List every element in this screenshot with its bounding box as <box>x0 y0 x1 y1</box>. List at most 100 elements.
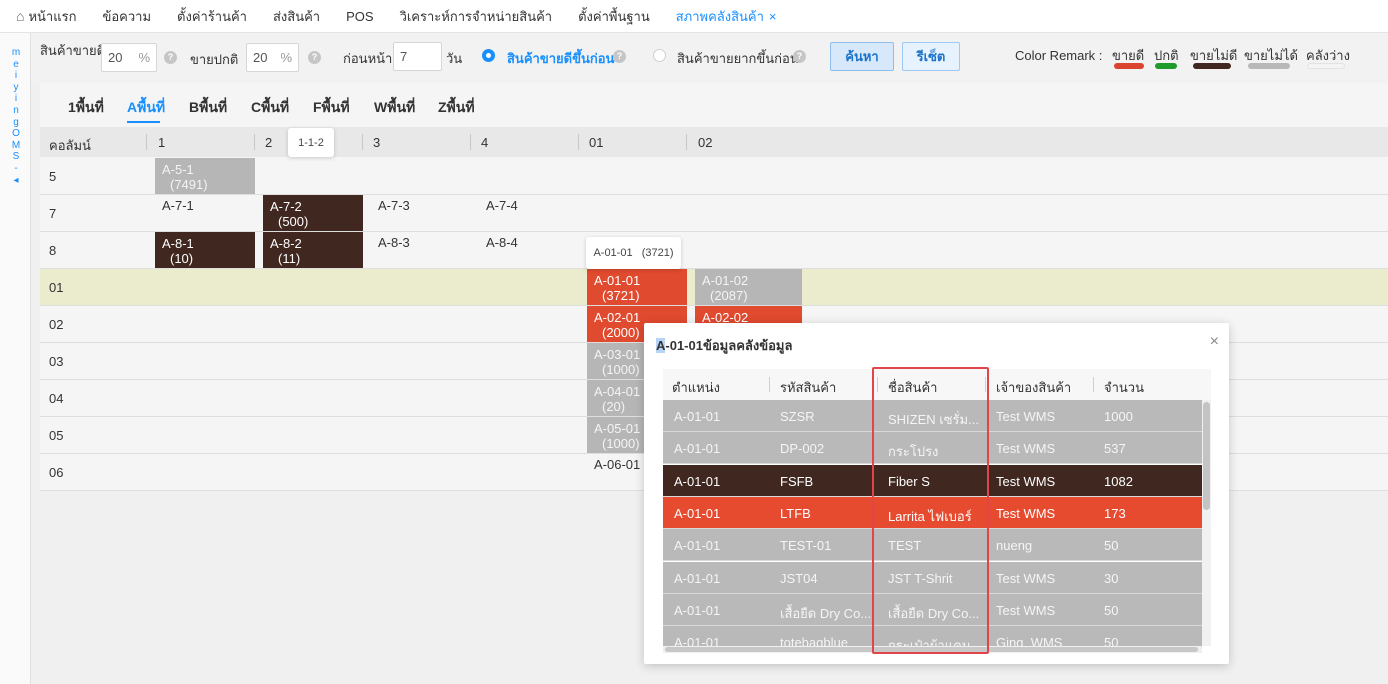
tooltip-code: A-01-01 <box>593 247 633 259</box>
location-cell[interactable]: A-8-4 <box>479 232 579 268</box>
location-cell[interactable]: A-7-3 <box>371 195 471 231</box>
tab-pos-label: POS <box>346 8 374 24</box>
days-unit-label: วัน <box>446 51 463 66</box>
vertical-scrollbar[interactable] <box>1202 400 1211 646</box>
location-code: A-7-3 <box>378 198 410 213</box>
location-cell[interactable]: A-7-2 (500) <box>263 195 363 231</box>
column-header-label: คอลัมน์ <box>49 138 91 153</box>
header-divider <box>1093 377 1094 392</box>
collapse-arrow-icon[interactable]: ◂ <box>11 175 21 187</box>
header-divider <box>769 377 770 392</box>
row-label: 7 <box>49 206 57 221</box>
cell-qty: 30 <box>1104 570 1119 586</box>
normal-input[interactable]: 20% <box>246 43 299 72</box>
column-header-row: คอลัมน์ 1 2 3 4 01 02 <box>40 127 1388 157</box>
sidebar-brand-letter: S <box>12 151 20 163</box>
row-label: 01 <box>49 280 64 295</box>
modal-title: A-01-01ข้อมูลคลังข้อมูล <box>656 335 792 356</box>
cell-qty: 50 <box>1104 602 1119 618</box>
help-icon[interactable]: ? <box>793 50 806 63</box>
header-sku: รหัสสินค้า <box>780 380 837 395</box>
radio-best-first-label[interactable]: สินค้าขายดีขึ้นก่อน <box>507 48 614 69</box>
normal-value: 20 <box>253 50 268 65</box>
location-cell[interactable]: A-8-3 <box>371 232 471 268</box>
sidebar-brand-letter: m <box>11 47 21 58</box>
zone-tabs: 1พื้นที่ Aพื้นที่ Bพื้นที่ Cพื้นที่ Fพื้… <box>40 83 1388 125</box>
tab-shipping[interactable]: ส่งสินค้า <box>260 0 333 33</box>
location-code: A-06-01 <box>594 457 641 472</box>
legend-normal-swatch <box>1155 63 1177 69</box>
sidebar-brand-letter: y <box>13 81 19 93</box>
header-location: ตำแหน่ง <box>672 380 720 395</box>
radio-hard-first[interactable] <box>653 49 666 62</box>
legend-empty-swatch <box>1307 63 1345 69</box>
location-count: (3721) <box>602 288 640 303</box>
location-cell[interactable]: A-01-02 (2087) <box>695 269 802 305</box>
best-seller-input[interactable]: 20% <box>101 43 157 72</box>
location-code: A-7-1 <box>162 198 194 213</box>
row-label: 8 <box>49 243 57 258</box>
cell-tooltip: A-01-01 (3721) <box>586 237 681 269</box>
column-4: 4 <box>481 135 489 150</box>
row-label: 06 <box>49 465 64 480</box>
cell-sku: JST04 <box>780 570 818 586</box>
column-divider <box>470 134 471 150</box>
cell-owner: nueng <box>996 538 1033 554</box>
tab-warehouse-status[interactable]: สภาพคลังสินค้า × <box>663 0 790 33</box>
cell-qty: 50 <box>1104 635 1119 646</box>
cell-sku: TEST-01 <box>780 538 832 554</box>
zone-tab-b[interactable]: Bพื้นที่ <box>189 97 227 119</box>
tab-pos[interactable]: POS <box>333 0 386 33</box>
sidebar-collapsed[interactable]: meiyingOMS- ◂ <box>0 33 31 684</box>
normal-label: ขายปกติ <box>190 52 239 67</box>
location-count: (10) <box>170 251 194 266</box>
column-3: 3 <box>373 135 381 150</box>
zone-tab-a[interactable]: Aพื้นที่ <box>127 97 165 119</box>
percent-unit: % <box>280 50 292 65</box>
location-code: A-8-2 <box>270 236 302 251</box>
location-cell[interactable]: A-8-2 (11) <box>263 232 363 268</box>
zone-tab-w[interactable]: Wพื้นที่ <box>374 97 415 119</box>
location-cell[interactable]: A-01-01 (3721) <box>587 269 687 305</box>
vertical-scrollbar-thumb[interactable] <box>1203 402 1210 510</box>
active-zone-underline <box>127 121 160 123</box>
tab-shop-settings[interactable]: ตั้งค่าร้านค้า <box>164 0 260 33</box>
sidebar-brand-letter: e <box>13 58 19 70</box>
cell-location: A-01-01 <box>674 538 721 554</box>
help-icon[interactable]: ? <box>164 51 177 64</box>
location-cell[interactable]: A-8-1 (10) <box>155 232 255 268</box>
location-count: (500) <box>278 214 309 229</box>
sidebar-brand-letter: i <box>14 93 18 105</box>
close-tab-icon[interactable]: × <box>769 9 777 24</box>
cell-qty: 50 <box>1104 538 1119 554</box>
location-code: A-04-01 <box>594 384 641 399</box>
location-code: A-8-4 <box>486 235 518 250</box>
sidebar-brand-letter: i <box>14 70 18 82</box>
column-divider <box>254 134 255 150</box>
cell-qty: 1000 <box>1104 409 1133 424</box>
close-icon[interactable]: × <box>1210 333 1219 351</box>
radio-best-first[interactable] <box>482 49 495 62</box>
zone-tab-c[interactable]: Cพื้นที่ <box>251 97 289 119</box>
search-button[interactable]: ค้นหา <box>830 42 894 71</box>
location-cell[interactable]: A-7-1 <box>155 195 255 231</box>
tab-messages[interactable]: ข้อความ <box>89 0 164 33</box>
top-nav: ⌂ หน้าแรก ข้อความ ตั้งค่าร้านค้า ส่งสินค้… <box>0 0 1388 33</box>
help-icon[interactable]: ? <box>308 51 321 64</box>
tab-home[interactable]: ⌂ หน้าแรก <box>0 0 89 33</box>
zone-tab-z[interactable]: Zพื้นที่ <box>438 97 475 119</box>
zone-tab-f[interactable]: Fพื้นที่ <box>313 97 350 119</box>
location-cell[interactable]: A-5-1 (7491) <box>155 158 255 194</box>
tab-sales-analysis[interactable]: วิเคราะห์การจำหน่ายสินค้า <box>387 0 566 33</box>
row-label: 04 <box>49 391 64 406</box>
location-cell[interactable]: A-7-4 <box>479 195 579 231</box>
help-icon[interactable]: ? <box>613 50 626 63</box>
radio-hard-first-label[interactable]: สินค้าขายยากขึ้นก่อน <box>677 48 799 69</box>
cell-sku: DP-002 <box>780 441 825 457</box>
cell-sku: FSFB <box>780 473 814 489</box>
tab-basic-settings[interactable]: ตั้งค่าพื้นฐาน <box>565 0 663 33</box>
zone-tab-1[interactable]: 1พื้นที่ <box>68 97 104 119</box>
days-input[interactable]: 7 <box>393 42 442 71</box>
reset-button[interactable]: รีเซ็ต <box>902 42 960 71</box>
cell-owner: Test WMS <box>996 409 1056 424</box>
